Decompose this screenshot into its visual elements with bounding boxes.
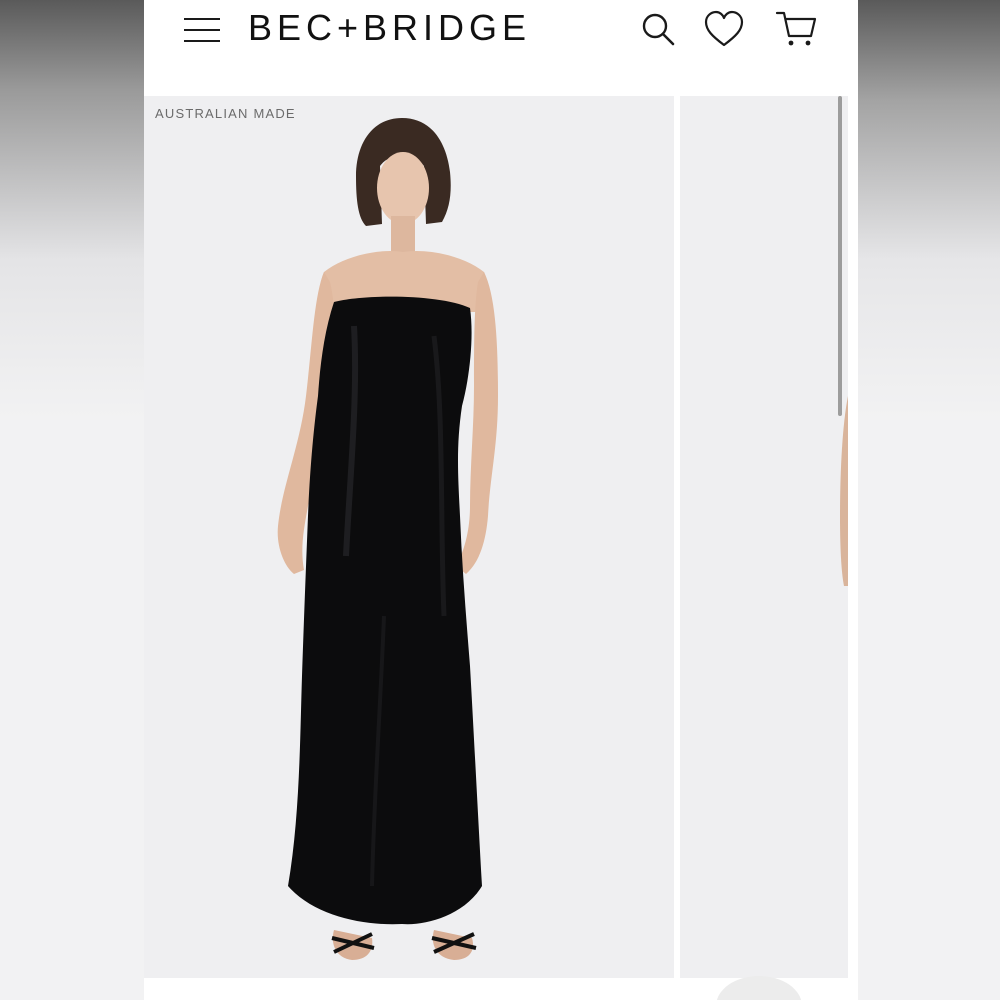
blurred-backdrop-right — [858, 0, 1000, 1000]
shopping-cart-icon — [775, 11, 817, 46]
menu-button[interactable] — [182, 12, 222, 48]
search-button[interactable] — [636, 8, 680, 52]
hamburger-menu-icon-line — [184, 40, 220, 42]
cart-button[interactable] — [774, 8, 818, 52]
site-header: BEC+BRIDGE — [144, 0, 848, 96]
hamburger-menu-icon — [184, 18, 220, 20]
product-page: BEC+BRIDGE AUSTRALIAN MADE — [144, 0, 858, 1000]
search-icon — [642, 13, 675, 46]
brand-logo[interactable]: BEC+BRIDGE — [248, 6, 531, 50]
product-image-gallery[interactable]: AUSTRALIAN MADE — [144, 96, 858, 980]
wishlist-button[interactable] — [702, 8, 746, 52]
product-image-main[interactable]: AUSTRALIAN MADE — [144, 96, 674, 978]
page-scrollbar[interactable] — [838, 96, 842, 416]
model-in-black-dress-image — [277, 118, 498, 960]
product-image-next[interactable] — [680, 96, 848, 978]
australian-made-badge: AUSTRALIAN MADE — [155, 106, 296, 121]
hamburger-menu-icon-line — [184, 29, 220, 31]
next-image-preview — [840, 396, 848, 586]
heart-icon — [704, 10, 744, 47]
